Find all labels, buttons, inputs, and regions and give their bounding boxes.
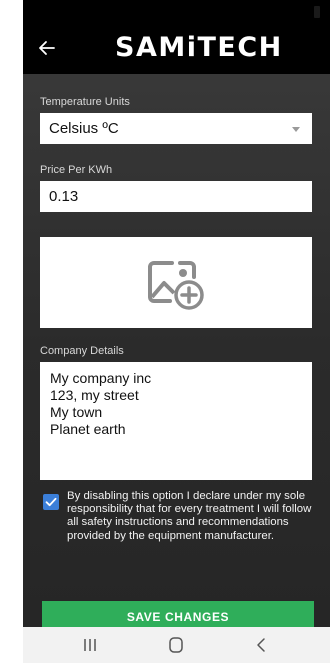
company-details-line: 123, my street <box>50 387 139 403</box>
app-header: SAMiTECH <box>23 24 330 74</box>
nav-back-icon[interactable] <box>249 635 273 655</box>
company-details-textarea[interactable]: My company inc 123, my street My town Pl… <box>40 362 312 480</box>
system-nav-bar <box>23 627 330 663</box>
temperature-units-label: Temperature Units <box>40 96 130 108</box>
company-details-label: Company Details <box>40 345 124 357</box>
company-details-line: My company inc <box>50 370 152 386</box>
add-image-icon <box>148 260 204 310</box>
price-per-kwh-label: Price Per KWh <box>40 164 113 176</box>
company-logo-upload[interactable] <box>40 237 312 328</box>
back-arrow-icon[interactable] <box>35 36 59 60</box>
company-details-line: My town <box>50 404 103 420</box>
checkmark-icon <box>45 497 57 507</box>
safety-consent: By disabling this option I declare under… <box>40 490 312 575</box>
status-indicator <box>314 6 320 18</box>
price-per-kwh-input[interactable]: 0.13 <box>40 181 312 212</box>
company-details-line: Planet earth <box>50 421 126 437</box>
consent-checkbox[interactable] <box>43 494 59 510</box>
temperature-units-select[interactable]: Celsius ºC <box>40 113 312 144</box>
chevron-down-icon <box>292 127 300 132</box>
status-bar <box>23 0 330 24</box>
price-per-kwh-value: 0.13 <box>49 188 79 205</box>
phone-screen: SAMiTECH Temperature Units Celsius ºC Pr… <box>23 0 330 663</box>
recents-icon[interactable] <box>78 635 102 655</box>
temperature-units-value: Celsius ºC <box>49 120 119 137</box>
app-screen: SAMiTECH Temperature Units Celsius ºC Pr… <box>23 0 330 627</box>
home-icon[interactable] <box>164 635 188 655</box>
brand-logo: SAMiTECH <box>115 32 283 63</box>
consent-text: By disabling this option I declare under… <box>67 490 312 542</box>
